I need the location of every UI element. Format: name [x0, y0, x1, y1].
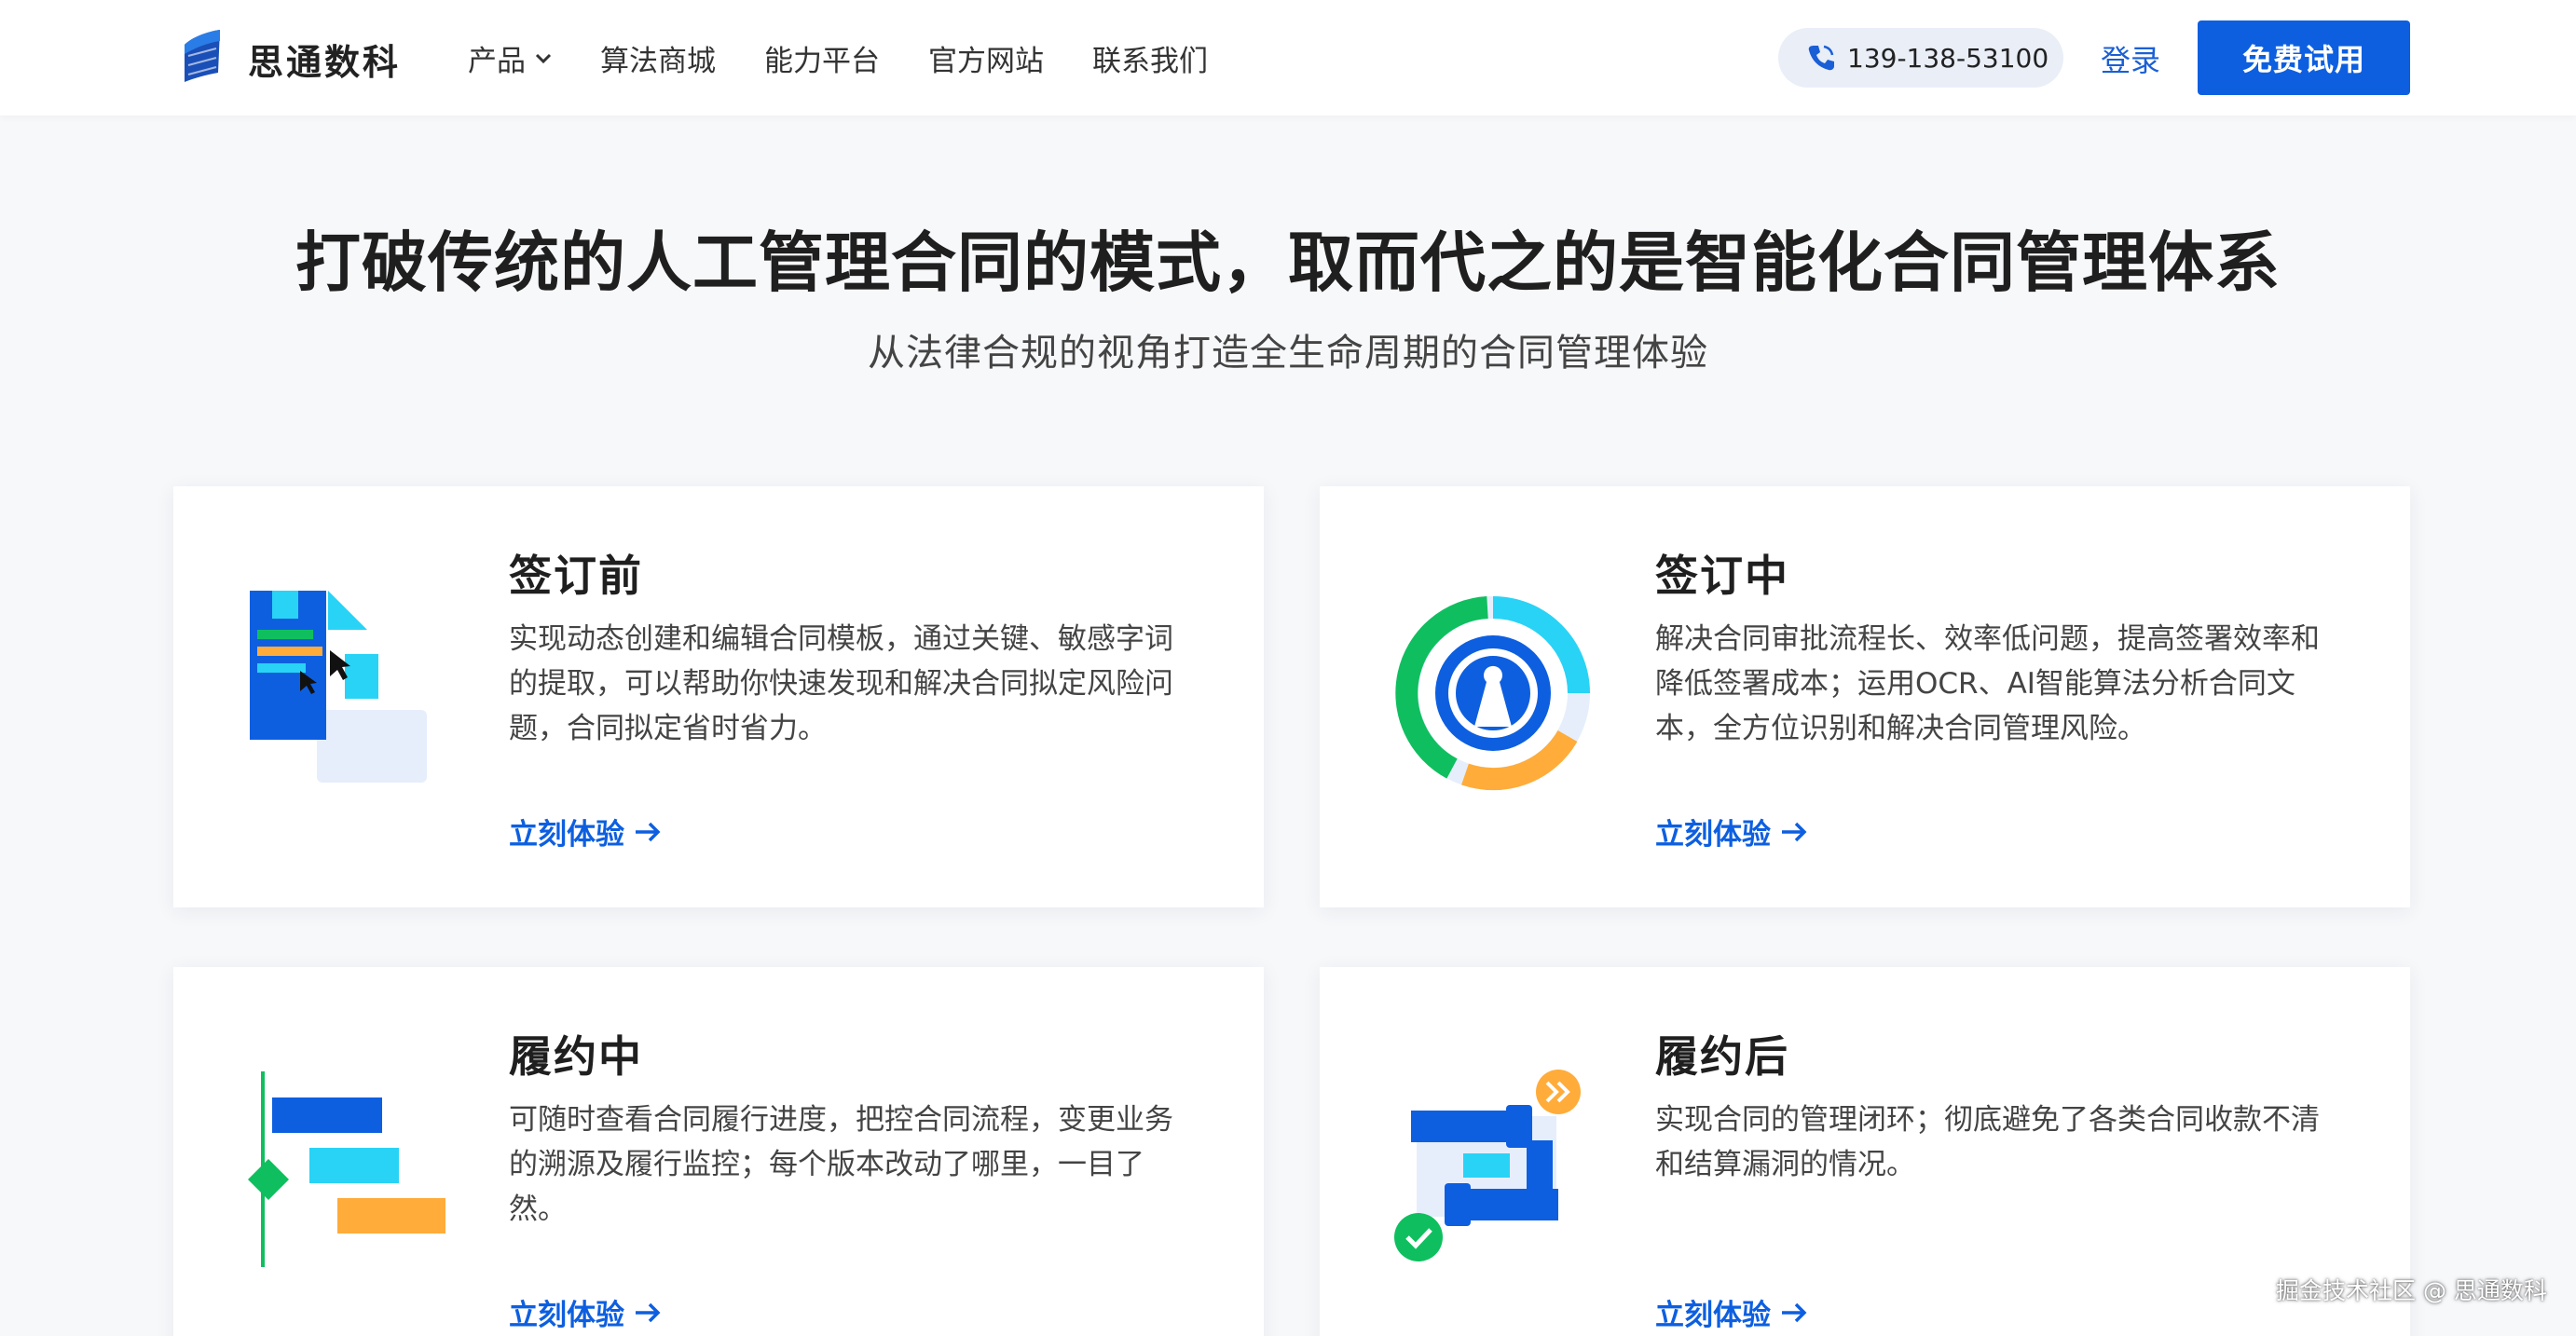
arrow-right-icon	[1782, 822, 1807, 841]
card-description: 解决合同审批流程长、效率低问题，提高签署效率和降低签署成本；运用OCR、AI智能…	[1655, 622, 2320, 745]
try-now-label: 立刻体验	[1655, 818, 1771, 852]
card-signing: 签订中 解决合同审批流程长、效率低问题，提高签署效率和降低签署成本；运用OCR、…	[1320, 486, 2410, 907]
main-nav: 产品 算法商城 能力平台 官方网站 联系我们	[468, 37, 1256, 79]
try-now-link[interactable]: 立刻体验	[1655, 1291, 1808, 1333]
card-title: 签订中	[1655, 551, 1789, 601]
nav-item-products[interactable]: 产品	[468, 37, 552, 79]
phone-number: 139-138-53100	[1847, 42, 2049, 74]
nav-item-label: 产品	[468, 45, 526, 78]
brand-logo-icon[interactable]	[179, 28, 226, 84]
ring-chart-illustration	[1395, 596, 1590, 791]
card-performing: 履约中 可随时查看合同履行进度，把控合同流程，变更业务的溯源及履行监控；每个版本…	[173, 967, 1264, 1336]
card-title: 履约中	[509, 1031, 643, 1082]
try-now-label: 立刻体验	[1655, 1299, 1771, 1332]
nav-item-contact-us[interactable]: 联系我们	[1092, 37, 1208, 79]
nav-item-algorithm-store[interactable]: 算法商城	[600, 37, 716, 79]
gantt-illustration	[248, 1071, 445, 1267]
nav-item-official-site[interactable]: 官方网站	[928, 37, 1044, 79]
top-navbar: 思通数科 产品 算法商城 能力平台 官方网站 联系我们 139-138-5310…	[0, 0, 2576, 116]
card-description: 实现动态创建和编辑合同模板，通过关键、敏感字词的提取，可以帮助你快速发现和解决合…	[509, 622, 1173, 745]
watermark: 掘金技术社区 @ 思通数科	[2276, 1277, 2547, 1304]
try-now-label: 立刻体验	[509, 818, 624, 852]
arrow-right-icon	[1782, 1302, 1807, 1322]
loop-check-illustration	[1394, 1070, 1581, 1261]
try-now-link[interactable]: 立刻体验	[509, 811, 662, 852]
chevron-down-icon	[535, 53, 552, 63]
login-link[interactable]: 登录	[2101, 37, 2160, 80]
brand-name[interactable]: 思通数科	[248, 34, 401, 85]
arrow-right-icon	[636, 822, 661, 841]
hero-title: 打破传统的人工管理合同的模式，取而代之的是智能化合同管理体系	[295, 225, 2281, 301]
hero-subtitle: 从法律合规的视角打造全生命周期的合同管理体验	[868, 332, 1708, 375]
card-description: 实现合同的管理闭环；彻底避免了各类合同收款不清和结算漏洞的情况。	[1655, 1103, 2320, 1181]
card-pre-signing: 签订前 实现动态创建和编辑合同模板，通过关键、敏感字词的提取，可以帮助你快速发现…	[173, 486, 1264, 907]
nav-item-capability-platform[interactable]: 能力平台	[764, 37, 880, 79]
try-now-link[interactable]: 立刻体验	[509, 1291, 662, 1333]
free-trial-button[interactable]: 免费试用	[2198, 20, 2410, 95]
arrow-right-icon	[636, 1302, 661, 1322]
card-post-performance: 履约后 实现合同的管理闭环；彻底避免了各类合同收款不清和结算漏洞的情况。 立刻体…	[1320, 967, 2410, 1336]
card-title: 履约后	[1655, 1031, 1789, 1082]
document-edit-illustration	[250, 591, 427, 783]
phone-icon	[1808, 45, 1834, 71]
try-now-link[interactable]: 立刻体验	[1655, 811, 1808, 852]
card-description: 可随时查看合同履行进度，把控合同流程，变更业务的溯源及履行监控；每个版本改动了哪…	[509, 1103, 1173, 1226]
phone-contact[interactable]: 139-138-53100	[1778, 28, 2063, 88]
card-title: 签订前	[509, 551, 643, 601]
try-now-label: 立刻体验	[509, 1299, 624, 1332]
